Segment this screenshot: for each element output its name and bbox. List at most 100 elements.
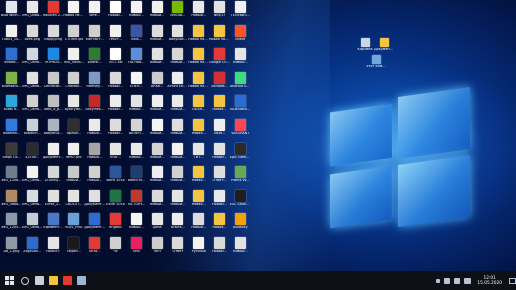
desktop-icon[interactable]: ecwbd...: [1, 48, 22, 72]
desktop-icon[interactable]: Документ...: [84, 189, 105, 214]
desktop-icon[interactable]: Ярлык...: [63, 119, 84, 143]
desktop-icon[interactable]: HANOFF: [43, 237, 64, 261]
desktop-icon[interactable]: VICTORY...: [126, 189, 147, 214]
desktop-icon[interactable]: Новая...: [188, 119, 209, 143]
desktop-icon[interactable]: T4803_10...: [1, 24, 22, 49]
desktop-icon[interactable]: Ефимент...: [43, 213, 64, 237]
desktop-icon[interactable]: Zagruzki...: [22, 237, 43, 261]
desktop-icon[interactable]: Google Chrome: [209, 48, 230, 72]
desktop-icon[interactable]: IMG_0898...: [22, 71, 43, 96]
desktop-icon[interactable]: Новый...: [84, 142, 105, 167]
desktop-icon[interactable]: Снимок...: [63, 71, 84, 96]
desktop-icon[interactable]: IMG_1208...: [1, 166, 22, 190]
desktop-icon[interactable]: Epic Games Launcher: [230, 142, 251, 167]
desktop-icon[interactable]: IMG_1205...: [1, 213, 22, 237]
desktop-icon[interactable]: Plants vs...: [230, 166, 251, 190]
desktop-icon[interactable]: Новый...: [105, 1, 126, 25]
desktop-icon[interactable]: ТИТ...: [188, 142, 209, 167]
desktop-icon[interactable]: IMG_0898...: [22, 213, 43, 237]
desktop-icon[interactable]: Новый...: [209, 189, 230, 214]
desktop-icon[interactable]: lotto_b_p...: [43, 95, 64, 119]
desktop-icon[interactable]: Текст...: [105, 24, 126, 49]
desktop-icon[interactable]: Новый...: [167, 95, 188, 119]
desktop-icon[interactable]: Word 2016: [105, 166, 126, 190]
desktop-icon[interactable]: Skaymek...: [84, 95, 105, 119]
desktop-icon[interactable]: CTORM.ips: [63, 24, 84, 49]
desktop-icon[interactable]: Новый...: [105, 119, 126, 143]
desktop-icon[interactable]: ТЕЛЕВИЗ...: [230, 1, 251, 25]
desktop-icon[interactable]: Новый...: [167, 166, 188, 190]
desktop-icon[interactable]: ЕЛЕН...: [126, 71, 147, 96]
desktop-icon[interactable]: Rakuten 2...: [43, 1, 64, 25]
desktop-icon[interactable]: CBUCST...: [63, 189, 84, 214]
desktop-icon[interactable]: 42100...: [22, 142, 43, 167]
desktop-icon[interactable]: Brave: [230, 24, 251, 49]
desktop-icon[interactable]: ТЕСТ.txt: [105, 48, 126, 72]
desktop-icon[interactable]: IMG_0068...: [22, 1, 43, 25]
desktop-icon[interactable]: Новый...: [209, 237, 230, 261]
desktop-icon[interactable]: VALORANT: [230, 119, 251, 143]
desktop-icon[interactable]: Документ...: [43, 142, 64, 167]
desktop-icon[interactable]: Новый...: [147, 48, 168, 72]
desktop-icon[interactable]: Новый...: [147, 1, 168, 25]
desktop-icon[interactable]: Wire...: [84, 1, 105, 25]
desktop-icon[interactable]: Новая папка...: [188, 24, 209, 49]
desktop-icon[interactable]: aves.png: [22, 24, 43, 49]
desktop-icon[interactable]: Новый...: [147, 24, 168, 49]
desktop-icon[interactable]: Новый...: [188, 1, 209, 25]
desktop-icon[interactable]: Ramsey...: [84, 71, 105, 96]
desktop-icon[interactable]: АРХИ...: [147, 71, 168, 96]
desktop-icon[interactable]: IMG_0898...: [22, 48, 43, 72]
desktop-icon[interactable]: NEW...: [209, 119, 230, 143]
desktop-icon[interactable]: Новая...: [209, 213, 230, 237]
desktop-icon[interactable]: Новая...: [209, 95, 230, 119]
desktop-icon[interactable]: IMG_0898...: [22, 166, 43, 190]
desktop-icon[interactable]: Новый...: [126, 1, 147, 25]
desktop-icon[interactable]: Ответ: [167, 237, 188, 261]
taskbar-app-button[interactable]: [32, 271, 46, 290]
desktop-icon[interactable]: avaetad...: [1, 119, 22, 143]
desktop-icon[interactable]: NVIDIA...: [167, 1, 188, 25]
desktop-icon[interactable]: Новый...: [167, 119, 188, 143]
desktop-icon[interactable]: Excel 2016: [105, 189, 126, 214]
desktop-icon[interactable]: Тест: [147, 237, 168, 261]
desktop-icon[interactable]: IMG_0898...: [63, 48, 84, 72]
desktop-icon[interactable]: Новый...: [126, 213, 147, 237]
start-button[interactable]: [0, 271, 18, 290]
desktop-icon[interactable]: Образ...: [63, 237, 84, 261]
desktop-icon[interactable]: BabyBox...: [167, 24, 188, 49]
desktop-icon[interactable]: Новый...: [84, 119, 105, 143]
desktop-icon[interactable]: happy.png: [43, 24, 64, 49]
desktop-icon[interactable]: Babydlux...: [43, 119, 64, 143]
desktop-icon[interactable]: Документ...: [84, 213, 105, 237]
desktop-icon[interactable]: Новый...: [105, 71, 126, 96]
desktop-icon[interactable]: Новый...: [188, 213, 209, 237]
desktop-icon[interactable]: Android Studio: [230, 71, 251, 96]
desktop-icon[interactable]: IMG_0868...: [1, 189, 22, 214]
desktop-icon[interactable]: Visio...: [126, 24, 147, 49]
desktop-icon[interactable]: Новый...: [105, 95, 126, 119]
desktop-icon[interactable]: Контакт...: [84, 24, 105, 49]
desktop-icon[interactable]: KOJV_PNG: [63, 213, 84, 237]
desktop-icon[interactable]: Новая...: [188, 166, 209, 190]
desktop-icon[interactable]: Новая папка...: [188, 71, 209, 96]
taskbar-app-button[interactable]: [46, 271, 60, 290]
desktop-icon[interactable]: BBB WinRe...: [1, 1, 22, 25]
desktop-icon[interactable]: Документы: [374, 38, 394, 52]
desktop-icon[interactable]: ZOUMSJ...: [43, 166, 64, 190]
desktop-icon[interactable]: Новый...: [84, 166, 105, 190]
desktop-icon[interactable]: Книга...: [167, 213, 188, 237]
desktop-icon[interactable]: Новый...: [63, 166, 84, 190]
desktop-icon[interactable]: IMG_0898...: [22, 189, 43, 214]
desktop-icon[interactable]: IMG_0898...: [22, 95, 43, 119]
network-icon[interactable]: [444, 277, 451, 284]
desktop-icon[interactable]: АРХИТЕКТ...: [167, 71, 188, 96]
desktop-icon[interactable]: Новый...: [167, 142, 188, 167]
desktop-icon[interactable]: Бланк...: [84, 48, 105, 72]
desktop-icon[interactable]: Новый...: [230, 48, 251, 72]
volume-icon[interactable]: [454, 277, 461, 284]
taskbar-app-button[interactable]: [18, 271, 32, 290]
desktop-icon[interactable]: Новый...: [147, 119, 168, 143]
desktop-icon[interactable]: HD.H86...: [126, 48, 147, 72]
desktop-icon[interactable]: Корзина: [355, 38, 375, 52]
